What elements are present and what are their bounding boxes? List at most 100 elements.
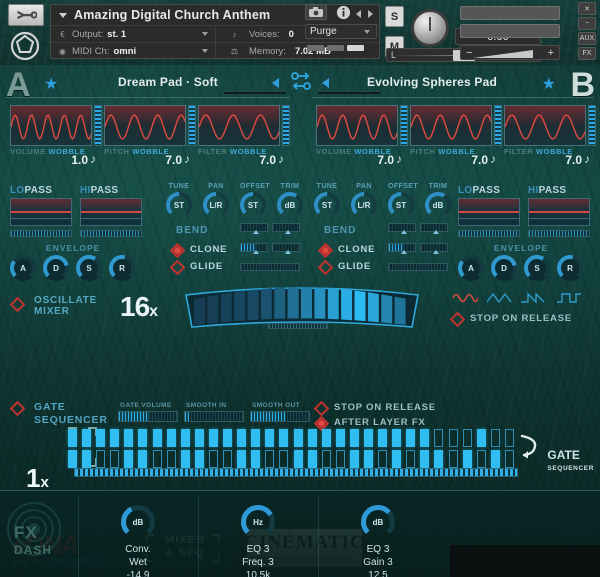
sequencer-step[interactable]: [223, 450, 232, 468]
sequencer-step[interactable]: [491, 450, 500, 468]
sequencer-step[interactable]: [167, 450, 176, 468]
clone-slider2-b[interactable]: [420, 243, 448, 252]
chevron-down-icon[interactable]: [364, 30, 370, 34]
gate-stop-on-release-toggle[interactable]: [314, 401, 330, 417]
fx-knob[interactable]: dB: [361, 505, 395, 539]
sequencer-step[interactable]: [420, 450, 429, 468]
hipass-display[interactable]: [80, 198, 142, 226]
clone-toggle-a[interactable]: [170, 243, 186, 259]
fx-slot[interactable]: HzEQ 3Freq. 310.5k: [218, 505, 298, 577]
solo-button[interactable]: S: [385, 6, 404, 27]
clone-toggle-b[interactable]: [318, 243, 334, 259]
sequencer-step[interactable]: [195, 450, 204, 468]
sequencer-step[interactable]: [181, 429, 190, 447]
knob-offset[interactable]: OFFSETST: [240, 183, 266, 218]
layer-a-letter[interactable]: A: [6, 66, 30, 105]
sequencer-step[interactable]: [336, 450, 345, 468]
oscillate-rate[interactable]: 16x: [120, 291, 157, 323]
star-icon[interactable]: ★: [44, 74, 58, 94]
preset-name-a[interactable]: Dream Pad · Soft: [68, 75, 268, 89]
sequencer-step[interactable]: [491, 429, 500, 447]
envelope-knob-s[interactable]: S: [524, 255, 550, 281]
sequencer-step[interactable]: [265, 450, 274, 468]
sequencer-step[interactable]: [138, 429, 147, 447]
layer-b-letter[interactable]: B: [570, 66, 594, 105]
note-icon[interactable]: ♪: [584, 152, 590, 166]
chevron-down-icon[interactable]: [202, 49, 208, 53]
sequencer-length-slider[interactable]: [74, 468, 518, 477]
sequencer-step[interactable]: [251, 429, 260, 447]
knob-trim[interactable]: TRIMdB: [277, 183, 303, 218]
wobble-depth-slider[interactable]: [494, 105, 502, 146]
glide-slider-b[interactable]: [388, 263, 448, 271]
sequencer-step[interactable]: [96, 450, 105, 468]
clone-slider2-a[interactable]: [272, 243, 300, 252]
lopass-filter-a[interactable]: LOPASS: [10, 185, 72, 237]
wobble-display[interactable]: [104, 105, 186, 146]
knob-offset[interactable]: OFFSETST: [388, 183, 414, 218]
note-icon[interactable]: ♪: [490, 152, 496, 166]
glide-toggle-b[interactable]: [318, 260, 334, 276]
clone-slider-b[interactable]: [388, 243, 416, 252]
knob-tune[interactable]: TUNEST: [314, 183, 340, 218]
sequencer-row-b[interactable]: [68, 450, 520, 468]
sequencer-step[interactable]: [167, 429, 176, 447]
oscillate-mixer-toggle[interactable]: [10, 297, 26, 313]
bend-up-slider-a[interactable]: [240, 223, 268, 232]
note-icon[interactable]: ♪: [184, 152, 190, 166]
wobble-display[interactable]: [316, 105, 398, 146]
chevron-down-icon[interactable]: [202, 32, 208, 36]
sequencer-step[interactable]: [124, 450, 133, 468]
note-icon[interactable]: ♪: [396, 152, 402, 166]
instrument-title-row[interactable]: Amazing Digital Church Anthem: [51, 5, 379, 26]
sequencer-row-a[interactable]: [68, 429, 520, 447]
sequencer-step[interactable]: [420, 429, 429, 447]
loop-arrow-icon[interactable]: [518, 433, 540, 459]
sequencer-step[interactable]: [96, 429, 105, 447]
fx-button[interactable]: FX: [578, 47, 596, 60]
bend-up-slider-b[interactable]: [388, 223, 416, 232]
window-controls[interactable]: ✕ − AUX FX: [578, 2, 598, 62]
sequencer-step[interactable]: [181, 450, 190, 468]
sequencer-step[interactable]: [434, 429, 443, 447]
bend-down-slider-b[interactable]: [420, 223, 448, 232]
sequencer-step[interactable]: [364, 429, 373, 447]
chevron-down-icon[interactable]: [59, 13, 67, 18]
hipass-display[interactable]: [528, 198, 590, 226]
sequencer-step[interactable]: [68, 429, 77, 447]
envelope-knob-d[interactable]: D: [43, 255, 69, 281]
glide-toggle-a[interactable]: [170, 260, 186, 276]
preset-name-b[interactable]: Evolving Spheres Pad: [332, 75, 532, 89]
sequencer-step[interactable]: [364, 450, 373, 468]
sequencer-step[interactable]: [223, 429, 232, 447]
volume-slider[interactable]: − +: [460, 45, 560, 60]
sequencer-step[interactable]: [82, 429, 91, 447]
sequencer-step[interactable]: [322, 450, 331, 468]
wobble-depth-slider[interactable]: [282, 105, 290, 146]
sequencer-step[interactable]: [237, 450, 246, 468]
wobble-display[interactable]: [410, 105, 492, 146]
sequencer-step[interactable]: [153, 429, 162, 447]
fx-slot[interactable]: dBConv.Wet-14.9: [98, 505, 178, 577]
star-icon[interactable]: ★: [542, 74, 556, 94]
knob-tune[interactable]: TUNEST: [166, 183, 192, 218]
envelope-knob-s[interactable]: S: [76, 255, 102, 281]
midi-channel-select[interactable]: ◉ MIDI Ch: omni: [51, 43, 216, 60]
sequencer-step[interactable]: [477, 450, 486, 468]
lopass-filter-b[interactable]: LOPASS: [458, 185, 520, 237]
hipass-slider[interactable]: [528, 230, 590, 237]
knob-body[interactable]: ST: [388, 192, 414, 218]
sequencer-step[interactable]: [322, 429, 331, 447]
sequencer-step[interactable]: [350, 429, 359, 447]
sequencer-step[interactable]: [463, 429, 472, 447]
smooth-in-slider[interactable]: [184, 411, 244, 422]
sequencer-step[interactable]: [279, 450, 288, 468]
preset-a-prev-icon[interactable]: [272, 78, 279, 88]
sequencer-step[interactable]: [449, 450, 458, 468]
hipass-slider[interactable]: [80, 230, 142, 237]
aux-button[interactable]: AUX: [578, 32, 596, 45]
knob-body[interactable]: ST: [166, 192, 192, 218]
sequencer-step[interactable]: [406, 429, 415, 447]
sequencer-step[interactable]: [110, 429, 119, 447]
fx-knob[interactable]: Hz: [241, 505, 275, 539]
